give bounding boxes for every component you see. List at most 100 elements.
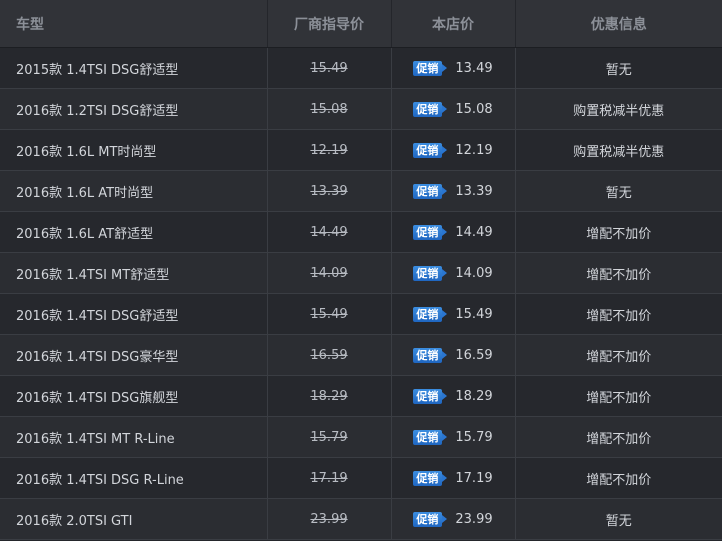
msrp-price: 12.19 <box>267 129 392 171</box>
model-name[interactable]: 2016款 1.4TSI MT R-Line <box>0 416 268 458</box>
msrp-price: 15.79 <box>267 416 392 458</box>
store-price: 14.49 <box>455 224 493 240</box>
offer-info: 增配不加价 <box>515 293 722 335</box>
msrp-price: 14.49 <box>267 211 392 253</box>
store-price-cell: 促销 14.49 <box>391 211 516 253</box>
header-store-price: 本店价 <box>391 0 516 48</box>
msrp-value: 15.79 <box>310 429 348 445</box>
store-price: 15.49 <box>455 306 493 322</box>
store-price-cell: 促销 16.59 <box>391 334 516 376</box>
table-header: 车型 厂商指导价 本店价 优惠信息 <box>0 0 722 48</box>
promo-badge: 促销 <box>413 306 448 322</box>
msrp-price: 15.08 <box>267 88 392 130</box>
model-name[interactable]: 2016款 1.4TSI DSG旗舰型 <box>0 375 268 417</box>
promo-badge: 促销 <box>413 101 448 117</box>
msrp-value: 14.09 <box>310 265 348 281</box>
promo-badge: 促销 <box>413 470 448 486</box>
store-price: 12.19 <box>455 142 493 158</box>
offer-info: 增配不加价 <box>515 211 722 253</box>
promo-badge: 促销 <box>413 347 448 363</box>
store-price: 14.09 <box>455 265 493 281</box>
model-name[interactable]: 2016款 1.6L MT时尚型 <box>0 129 268 171</box>
table-row[interactable]: 2016款 1.6L AT时尚型 13.39 促销 13.39 暂无 <box>0 170 722 212</box>
promo-badge: 促销 <box>413 183 448 199</box>
table-row[interactable]: 2016款 1.4TSI DSG舒适型 15.49 促销 15.49 增配不加价 <box>0 293 722 335</box>
store-price: 17.19 <box>455 470 493 486</box>
table-row[interactable]: 2016款 1.4TSI MT R-Line 15.79 促销 15.79 增配… <box>0 416 722 458</box>
header-promo: 优惠信息 <box>515 0 722 48</box>
model-name[interactable]: 2016款 2.0TSI GTI <box>0 498 268 540</box>
store-price-cell: 促销 15.49 <box>391 293 516 335</box>
model-name[interactable]: 2016款 1.4TSI DSG R-Line <box>0 457 268 499</box>
msrp-price: 13.39 <box>267 170 392 212</box>
msrp-price: 18.29 <box>267 375 392 417</box>
store-price-cell: 促销 23.99 <box>391 498 516 540</box>
msrp-value: 23.99 <box>310 511 348 527</box>
msrp-value: 16.59 <box>310 347 348 363</box>
promo-badge: 促销 <box>413 511 448 527</box>
table-row[interactable]: 2016款 1.4TSI DSG旗舰型 18.29 促销 18.29 增配不加价 <box>0 375 722 417</box>
msrp-value: 15.08 <box>310 101 348 117</box>
store-price-cell: 促销 13.39 <box>391 170 516 212</box>
offer-info: 购置税减半优惠 <box>515 129 722 171</box>
offer-info: 暂无 <box>515 498 722 540</box>
model-name[interactable]: 2016款 1.4TSI DSG舒适型 <box>0 293 268 335</box>
msrp-value: 17.19 <box>310 470 348 486</box>
header-model: 车型 <box>0 0 268 48</box>
promo-badge: 促销 <box>413 142 448 158</box>
offer-info: 增配不加价 <box>515 375 722 417</box>
offer-info: 增配不加价 <box>515 416 722 458</box>
msrp-value: 14.49 <box>310 224 348 240</box>
msrp-value: 15.49 <box>310 306 348 322</box>
promo-badge: 促销 <box>413 224 448 240</box>
offer-info: 增配不加价 <box>515 334 722 376</box>
promo-badge: 促销 <box>413 60 448 76</box>
table-row[interactable]: 2016款 2.0TSI GTI 23.99 促销 23.99 暂无 <box>0 498 722 540</box>
model-name[interactable]: 2016款 1.6L AT舒适型 <box>0 211 268 253</box>
msrp-value: 15.49 <box>310 60 348 76</box>
msrp-price: 15.49 <box>267 47 392 89</box>
store-price-cell: 促销 18.29 <box>391 375 516 417</box>
promo-badge: 促销 <box>413 265 448 281</box>
store-price-cell: 促销 15.08 <box>391 88 516 130</box>
store-price: 13.49 <box>455 60 493 76</box>
offer-info: 暂无 <box>515 47 722 89</box>
model-name[interactable]: 2015款 1.4TSI DSG舒适型 <box>0 47 268 89</box>
table-row[interactable]: 2015款 1.4TSI DSG舒适型 15.49 促销 13.49 暂无 <box>0 47 722 89</box>
promo-badge: 促销 <box>413 388 448 404</box>
store-price: 18.29 <box>455 388 493 404</box>
table-row[interactable]: 2016款 1.4TSI DSG R-Line 17.19 促销 17.19 增… <box>0 457 722 499</box>
store-price-cell: 促销 15.79 <box>391 416 516 458</box>
store-price: 15.08 <box>455 101 493 117</box>
msrp-price: 23.99 <box>267 498 392 540</box>
store-price: 13.39 <box>455 183 493 199</box>
model-name[interactable]: 2016款 1.6L AT时尚型 <box>0 170 268 212</box>
table-row[interactable]: 2016款 1.6L MT时尚型 12.19 促销 12.19 购置税减半优惠 <box>0 129 722 171</box>
msrp-value: 13.39 <box>310 183 348 199</box>
msrp-price: 17.19 <box>267 457 392 499</box>
store-price: 23.99 <box>455 511 493 527</box>
msrp-value: 12.19 <box>310 142 348 158</box>
table-body: 2015款 1.4TSI DSG舒适型 15.49 促销 13.49 暂无 20… <box>0 47 722 540</box>
price-table: 车型 厂商指导价 本店价 优惠信息 2015款 1.4TSI DSG舒适型 15… <box>0 0 722 540</box>
table-row[interactable]: 2016款 1.4TSI DSG豪华型 16.59 促销 16.59 增配不加价 <box>0 334 722 376</box>
offer-info: 购置税减半优惠 <box>515 88 722 130</box>
model-name[interactable]: 2016款 1.4TSI MT舒适型 <box>0 252 268 294</box>
header-row: 车型 厂商指导价 本店价 优惠信息 <box>0 0 722 48</box>
store-price-cell: 促销 14.09 <box>391 252 516 294</box>
offer-info: 增配不加价 <box>515 252 722 294</box>
table-row[interactable]: 2016款 1.6L AT舒适型 14.49 促销 14.49 增配不加价 <box>0 211 722 253</box>
promo-badge: 促销 <box>413 429 448 445</box>
msrp-price: 14.09 <box>267 252 392 294</box>
msrp-price: 15.49 <box>267 293 392 335</box>
store-price-cell: 促销 13.49 <box>391 47 516 89</box>
offer-info: 增配不加价 <box>515 457 722 499</box>
model-name[interactable]: 2016款 1.2TSI DSG舒适型 <box>0 88 268 130</box>
msrp-price: 16.59 <box>267 334 392 376</box>
store-price-cell: 促销 17.19 <box>391 457 516 499</box>
header-msrp: 厂商指导价 <box>267 0 392 48</box>
store-price: 16.59 <box>455 347 493 363</box>
table-row[interactable]: 2016款 1.4TSI MT舒适型 14.09 促销 14.09 增配不加价 <box>0 252 722 294</box>
table-row[interactable]: 2016款 1.2TSI DSG舒适型 15.08 促销 15.08 购置税减半… <box>0 88 722 130</box>
model-name[interactable]: 2016款 1.4TSI DSG豪华型 <box>0 334 268 376</box>
